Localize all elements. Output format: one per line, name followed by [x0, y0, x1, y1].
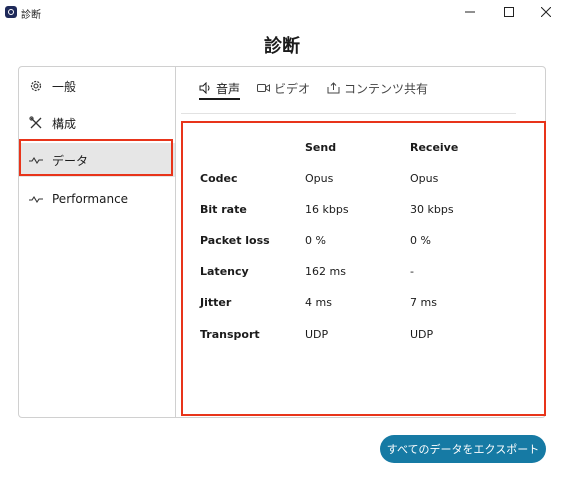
sidebar-item-general[interactable]: 一般 [19, 69, 175, 103]
maximize-button[interactable] [496, 3, 522, 23]
export-all-data-button[interactable]: すべてのデータをエクスポート [380, 435, 546, 463]
sidebar-item-data[interactable]: データ [19, 143, 175, 177]
video-icon [257, 82, 270, 94]
share-icon [327, 82, 340, 94]
tab-label: ビデオ [274, 81, 311, 96]
minimize-button[interactable] [457, 3, 483, 23]
tab-content-share[interactable]: コンテンツ共有 [327, 78, 428, 98]
window-title: 診断 [21, 10, 41, 21]
close-icon [540, 6, 552, 20]
sidebar-item-config[interactable]: 構成 [19, 106, 175, 140]
close-button[interactable] [533, 3, 559, 23]
tab-label: 音声 [216, 81, 241, 96]
tab-divider [181, 113, 516, 114]
app-icon [5, 6, 17, 18]
sidebar: 一般 構成 データ Performance [19, 67, 176, 417]
minimize-icon [465, 6, 475, 20]
speaker-icon [199, 82, 212, 94]
sidebar-item-performance[interactable]: Performance [19, 182, 175, 216]
sidebar-item-label: データ [52, 153, 89, 168]
sidebar-item-label: Performance [52, 192, 129, 206]
tab-label: コンテンツ共有 [344, 81, 429, 96]
sidebar-item-label: 一般 [52, 79, 77, 94]
pulse-icon [29, 192, 43, 206]
page-title: 診断 [264, 36, 300, 57]
title-bar: 診断 [0, 0, 564, 26]
gear-icon [29, 79, 43, 93]
tools-icon [29, 116, 43, 130]
stats-highlight [181, 121, 546, 416]
maximize-icon [504, 6, 514, 20]
tab-video[interactable]: ビデオ [257, 78, 310, 98]
sidebar-item-label: 構成 [52, 116, 77, 131]
pulse-icon [29, 153, 43, 167]
tab-audio[interactable]: 音声 [199, 78, 241, 100]
